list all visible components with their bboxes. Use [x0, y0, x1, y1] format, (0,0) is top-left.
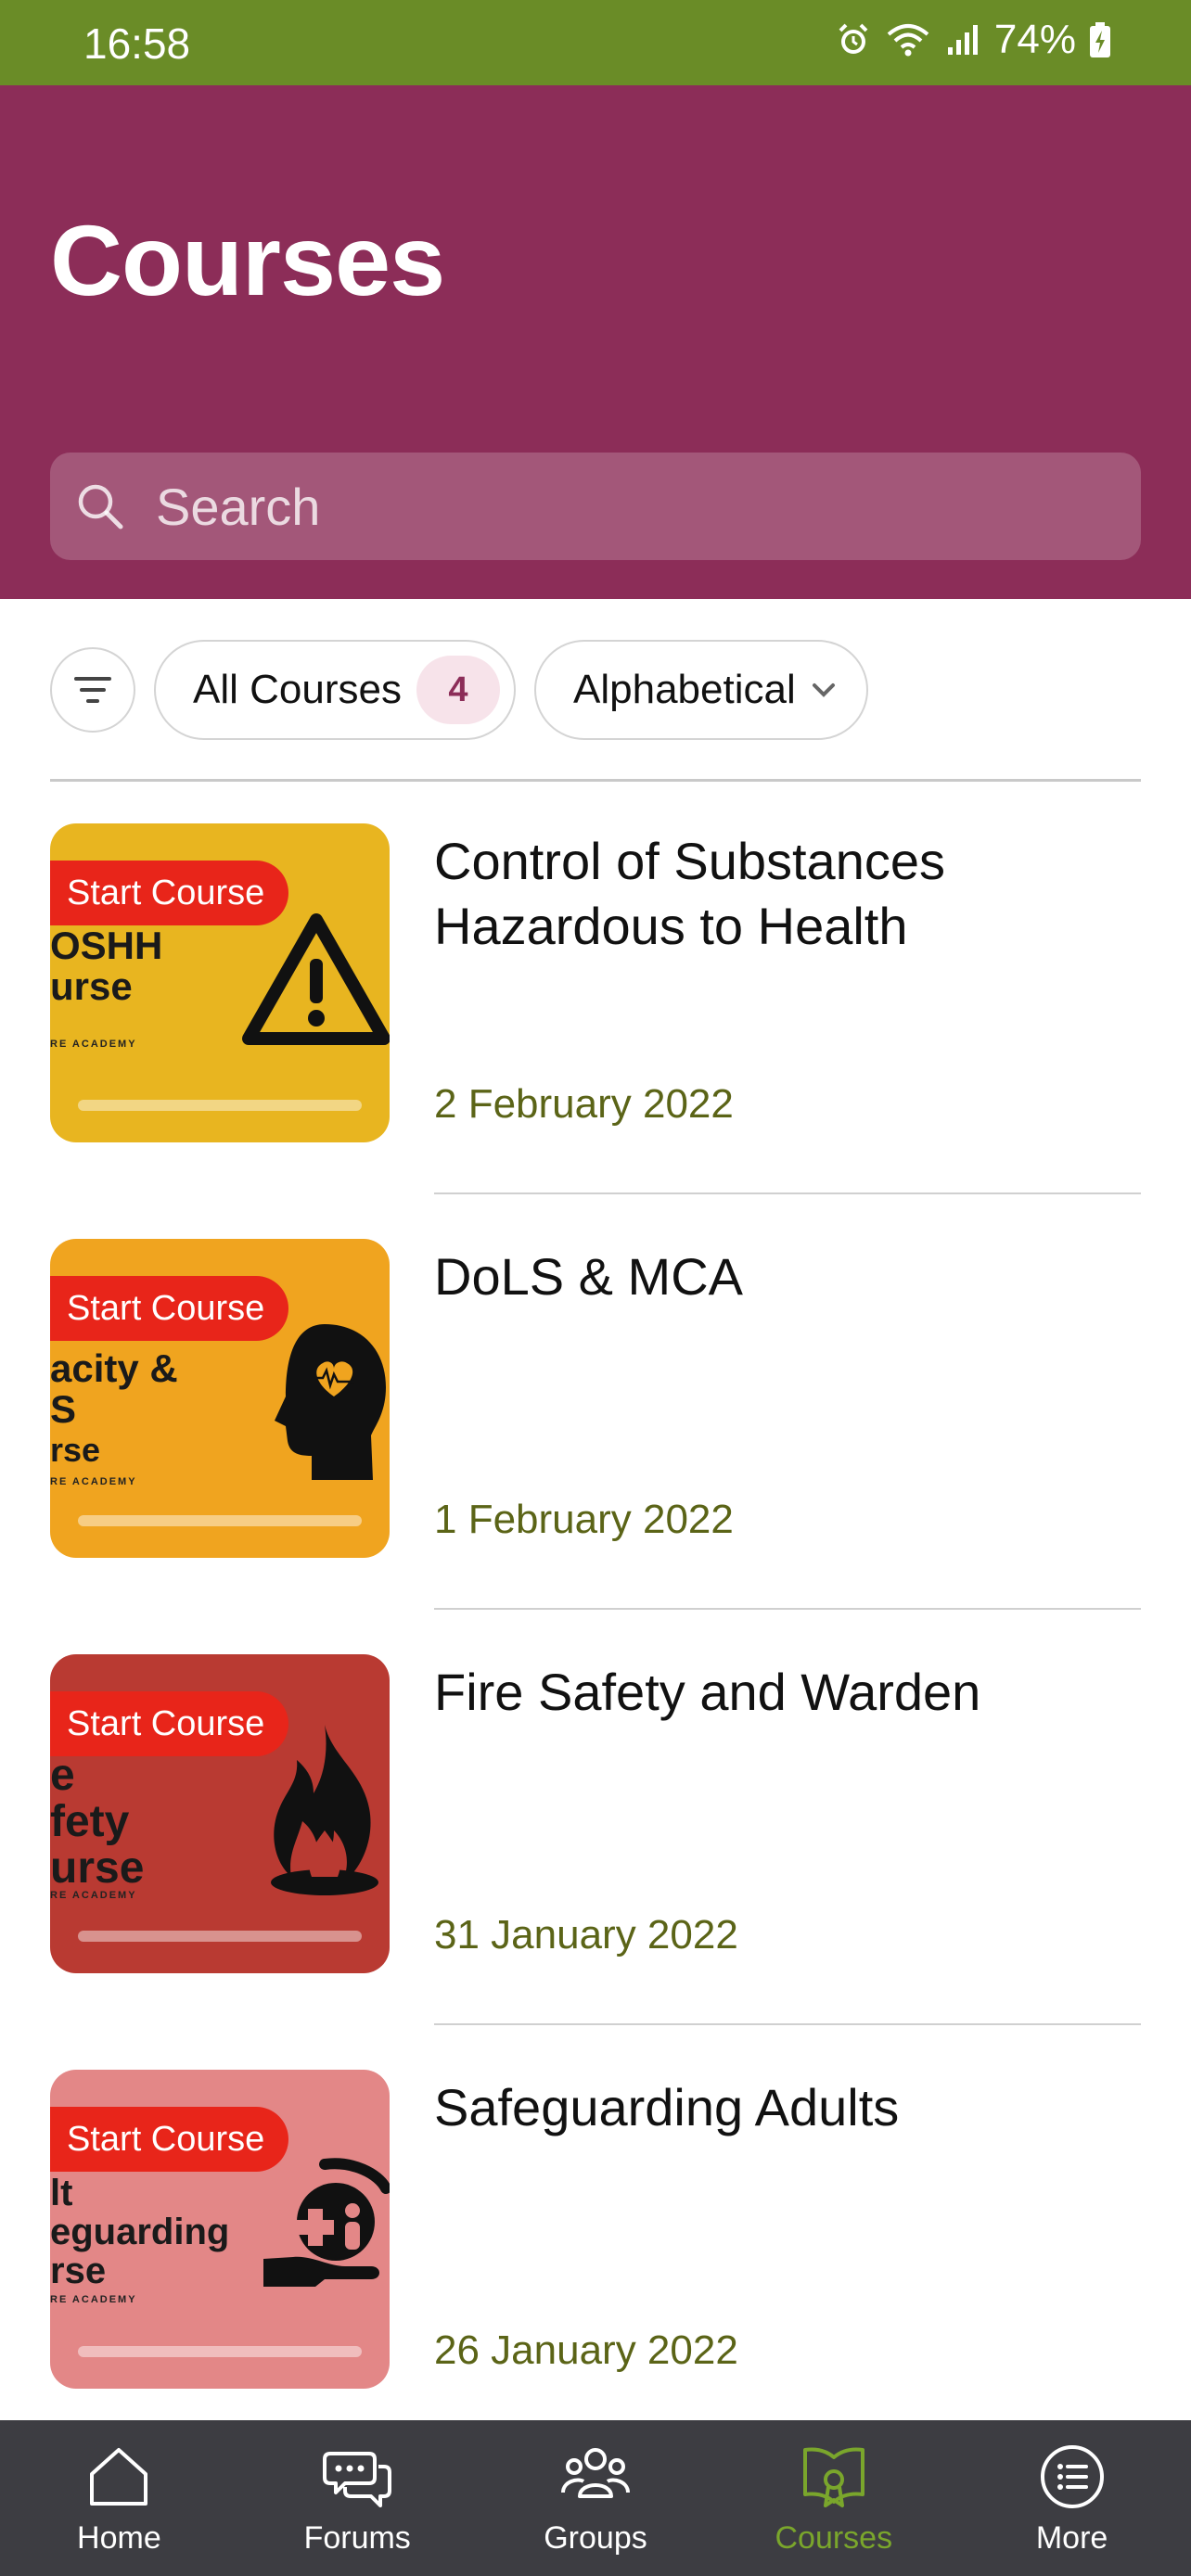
- thumbnail-caption: RE ACADEMY: [50, 1039, 137, 1050]
- course-date: 2 February 2022: [434, 1081, 734, 1127]
- course-thumbnail[interactable]: e fety urse RE ACADEMY Start Course: [50, 1654, 390, 1973]
- sort-label: Alphabetical: [573, 667, 796, 712]
- thumbnail-text: e: [50, 1751, 75, 1800]
- courses-icon: [802, 2447, 864, 2507]
- course-thumbnail[interactable]: acity & S rse RE ACADEMY Start Course: [50, 1239, 390, 1558]
- home-icon: [90, 2448, 148, 2506]
- sort-dropdown[interactable]: Alphabetical: [534, 640, 868, 740]
- thumbnail-text: lt: [50, 2173, 73, 2213]
- thumbnail-text: rse: [50, 1431, 101, 1469]
- thumbnail-text: eguarding: [50, 2212, 230, 2252]
- search-icon: [78, 484, 123, 529]
- nav-courses-label: Courses: [775, 2520, 893, 2556]
- signal-icon: [947, 25, 978, 55]
- course-title[interactable]: DoLS & MCA: [434, 1244, 1158, 1309]
- progress-bar: [78, 1515, 362, 1526]
- more-icon: [1040, 2445, 1104, 2508]
- thumbnail-text: rse: [50, 2251, 107, 2291]
- bottom-nav: Home Forums Groups Courses More: [0, 2420, 1191, 2576]
- head-heart-icon: [275, 1324, 386, 1480]
- thumbnail-text: urse: [50, 1843, 145, 1893]
- nav-more-label: More: [1035, 2520, 1108, 2556]
- start-course-badge[interactable]: Start Course: [50, 861, 289, 925]
- battery-icon: [1090, 22, 1110, 57]
- divider: [434, 1608, 1141, 1610]
- thumbnail-caption: RE ACADEMY: [50, 1890, 137, 1901]
- progress-bar: [78, 1931, 362, 1942]
- course-date: 26 January 2022: [434, 2327, 738, 2373]
- course-date: 1 February 2022: [434, 1497, 734, 1542]
- groups-icon: [560, 2448, 630, 2498]
- divider: [50, 779, 1141, 782]
- thumbnail-text: S: [50, 1387, 77, 1431]
- thumbnail-caption: RE ACADEMY: [50, 1476, 137, 1487]
- thumbnail-text: acity &: [50, 1346, 178, 1390]
- course-item[interactable]: e fety urse RE ACADEMY Start Course Fire…: [0, 1647, 1191, 2062]
- course-item[interactable]: acity & S rse RE ACADEMY Start Course Do…: [0, 1231, 1191, 1647]
- course-item[interactable]: OSHH urse RE ACADEMY Start Course Contro…: [0, 816, 1191, 1231]
- chevron-down-icon: [812, 683, 835, 697]
- thumbnail-text: fety: [50, 1797, 130, 1846]
- wifi-icon: [887, 24, 929, 57]
- all-courses-filter[interactable]: All Courses 4: [154, 640, 516, 740]
- nav-forums-label: Forums: [303, 2520, 411, 2556]
- filter-button[interactable]: [50, 647, 135, 733]
- status-icons: 74%: [835, 17, 1111, 63]
- warning-icon: [242, 913, 390, 1045]
- thumbnail-text: urse: [50, 964, 133, 1008]
- course-date: 31 January 2022: [434, 1912, 738, 1958]
- nav-groups[interactable]: Groups: [477, 2420, 715, 2576]
- battery-percent: 74%: [993, 17, 1076, 62]
- flame-icon: [271, 1725, 378, 1895]
- course-title[interactable]: Fire Safety and Warden: [434, 1660, 1158, 1725]
- course-count-badge: 4: [416, 656, 500, 724]
- page-title: Courses: [50, 204, 445, 316]
- divider: [434, 2023, 1141, 2025]
- thumbnail-text: OSHH: [50, 924, 163, 967]
- nav-courses[interactable]: Courses: [714, 2420, 953, 2576]
- nav-home[interactable]: Home: [0, 2420, 238, 2576]
- nav-forums[interactable]: Forums: [238, 2420, 477, 2576]
- search-input[interactable]: [156, 453, 1111, 560]
- thumbnail-caption: RE ACADEMY: [50, 2294, 137, 2305]
- forums-icon: [323, 2452, 392, 2507]
- status-time: 16:58: [83, 19, 191, 68]
- course-title[interactable]: Safeguarding Adults: [434, 2075, 1158, 2140]
- hand-care-icon: [263, 2158, 390, 2287]
- course-item[interactable]: lt eguarding rse RE ACADEMY Start Course…: [0, 2062, 1191, 2478]
- alarm-icon: [839, 23, 868, 54]
- filter-icon: [74, 677, 111, 703]
- divider: [434, 1192, 1141, 1194]
- nav-groups-label: Groups: [544, 2520, 647, 2556]
- search-bar[interactable]: [50, 453, 1141, 560]
- course-thumbnail[interactable]: OSHH urse RE ACADEMY Start Course: [50, 823, 390, 1142]
- all-courses-label: All Courses: [193, 667, 402, 712]
- nav-more[interactable]: More: [953, 2420, 1191, 2576]
- nav-home-label: Home: [77, 2520, 161, 2556]
- start-course-badge[interactable]: Start Course: [50, 2107, 289, 2172]
- progress-bar: [78, 1100, 362, 1111]
- course-title[interactable]: Control of Substances Hazardous to Healt…: [434, 829, 1158, 959]
- course-thumbnail[interactable]: lt eguarding rse RE ACADEMY Start Course: [50, 2070, 390, 2389]
- status-bar: 16:58 74%: [0, 0, 1191, 85]
- progress-bar: [78, 2346, 362, 2357]
- start-course-badge[interactable]: Start Course: [50, 1691, 289, 1756]
- start-course-badge[interactable]: Start Course: [50, 1276, 289, 1341]
